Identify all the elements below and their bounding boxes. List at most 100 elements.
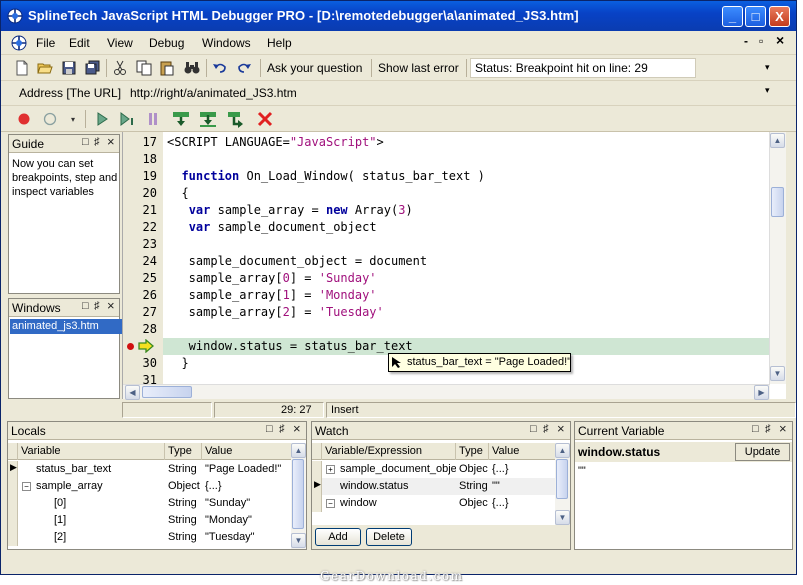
- cut-icon[interactable]: [111, 59, 129, 77]
- step-over-icon[interactable]: [199, 110, 217, 128]
- locals-grid-header: Variable Type Value: [8, 443, 291, 460]
- undo-icon[interactable]: [211, 59, 229, 77]
- breakpoint-icon[interactable]: [15, 110, 33, 128]
- panel-menu-icon[interactable]: □: [266, 423, 273, 435]
- code-area[interactable]: <SCRIPT LANGUAGE="JavaScript"> function …: [163, 132, 770, 384]
- pin-icon[interactable]: ♯: [94, 300, 100, 312]
- close-panel-icon[interactable]: ×: [107, 298, 115, 313]
- windows-panel-title: Windows: [12, 301, 61, 315]
- add-watch-button[interactable]: Add: [315, 528, 361, 546]
- menu-help[interactable]: Help: [267, 36, 292, 50]
- show-last-error-button[interactable]: Show last error: [378, 61, 459, 75]
- scroll-thumb[interactable]: [556, 459, 568, 499]
- doc-minimize-button[interactable]: -: [744, 34, 748, 48]
- doc-close-button[interactable]: ×: [776, 32, 784, 48]
- table-row[interactable]: [0] String "Sunday": [8, 495, 291, 512]
- update-button[interactable]: Update: [735, 443, 790, 461]
- address-label: Address [The URL]: [19, 86, 122, 100]
- scroll-up-icon[interactable]: ▲: [291, 443, 306, 458]
- scroll-thumb[interactable]: [771, 187, 784, 217]
- panel-menu-icon[interactable]: □: [82, 300, 89, 312]
- run-icon[interactable]: [93, 110, 111, 128]
- copy-icon[interactable]: [135, 59, 153, 77]
- scroll-up-icon[interactable]: ▲: [555, 443, 570, 458]
- scroll-thumb[interactable]: [142, 386, 192, 398]
- breakpoint-dropdown-icon[interactable]: ▾: [71, 115, 75, 124]
- minimize-button[interactable]: _: [722, 6, 743, 27]
- panel-menu-icon[interactable]: □: [752, 423, 759, 435]
- menu-debug[interactable]: Debug: [149, 36, 184, 50]
- scroll-right-icon[interactable]: ▶: [754, 385, 769, 400]
- table-row[interactable]: [2] String "Tuesday": [8, 529, 291, 546]
- title-bar[interactable]: SplineTech JavaScript HTML Debugger PRO …: [1, 1, 796, 31]
- pin-icon[interactable]: ♯: [543, 423, 549, 435]
- editor-horizontal-scrollbar[interactable]: ◀ ▶: [123, 384, 770, 400]
- find-icon[interactable]: [183, 59, 201, 77]
- scroll-thumb[interactable]: [292, 459, 304, 529]
- run-to-cursor-icon[interactable]: [118, 110, 136, 128]
- clear-breakpoints-icon[interactable]: [41, 110, 59, 128]
- close-panel-icon[interactable]: ×: [107, 134, 115, 149]
- document-icon[interactable]: [11, 35, 27, 51]
- column-header-type[interactable]: Type: [456, 443, 489, 460]
- toolbar-overflow-icon[interactable]: ▾: [765, 62, 770, 73]
- pin-icon[interactable]: ♯: [279, 423, 285, 435]
- scroll-down-icon[interactable]: ▼: [291, 533, 306, 548]
- column-header-variable[interactable]: Variable: [18, 443, 165, 460]
- table-row[interactable]: ▶ window.status String "": [312, 478, 555, 495]
- paste-icon[interactable]: [158, 59, 176, 77]
- column-header-expression[interactable]: Variable/Expression: [322, 443, 456, 460]
- maximize-button[interactable]: □: [745, 6, 766, 27]
- stop-debugging-icon[interactable]: [256, 110, 274, 128]
- scroll-down-icon[interactable]: ▼: [555, 510, 570, 525]
- row-marker-header: [312, 443, 322, 460]
- current-variable-value[interactable]: "": [578, 465, 586, 477]
- locals-scrollbar[interactable]: ▲ ▼: [291, 443, 306, 549]
- breakpoint-marker-icon[interactable]: [126, 342, 135, 351]
- delete-watch-button[interactable]: Delete: [366, 528, 412, 546]
- column-header-type[interactable]: Type: [165, 443, 202, 460]
- table-row[interactable]: − sample_array Object {...}: [8, 478, 291, 495]
- step-out-icon[interactable]: [227, 110, 245, 128]
- menu-view[interactable]: View: [107, 36, 133, 50]
- editor-vertical-scrollbar[interactable]: ▲ ▼: [769, 132, 786, 384]
- collapse-icon[interactable]: −: [326, 499, 335, 508]
- save-icon[interactable]: [60, 59, 78, 77]
- close-panel-icon[interactable]: ×: [293, 421, 301, 436]
- collapse-icon[interactable]: −: [22, 482, 31, 491]
- table-row[interactable]: [1] String "Monday": [8, 512, 291, 529]
- column-header-value[interactable]: Value: [202, 443, 291, 460]
- step-into-icon[interactable]: [172, 110, 190, 128]
- table-row[interactable]: + sample_document_obje Objec {...}: [312, 461, 555, 478]
- ask-question-button[interactable]: Ask your question: [267, 61, 362, 75]
- expand-icon[interactable]: +: [326, 465, 335, 474]
- table-row[interactable]: ▶ status_bar_text String "Page Loaded!": [8, 461, 291, 478]
- close-button[interactable]: X: [769, 6, 790, 27]
- panel-menu-icon[interactable]: □: [82, 136, 89, 148]
- new-file-icon[interactable]: [13, 59, 31, 77]
- pin-icon[interactable]: ♯: [94, 136, 100, 148]
- table-row[interactable]: − window Objec {...}: [312, 495, 555, 512]
- close-panel-icon[interactable]: ×: [779, 421, 787, 436]
- close-panel-icon[interactable]: ×: [557, 421, 565, 436]
- panel-menu-icon[interactable]: □: [530, 423, 537, 435]
- open-folder-icon[interactable]: [36, 59, 54, 77]
- menu-windows[interactable]: Windows: [202, 36, 251, 50]
- save-all-icon[interactable]: [84, 59, 102, 77]
- address-dropdown-icon[interactable]: ▾: [765, 85, 770, 96]
- scroll-left-icon[interactable]: ◀: [125, 385, 140, 400]
- scroll-down-icon[interactable]: ▼: [770, 366, 785, 381]
- watch-scrollbar[interactable]: ▲ ▼: [555, 443, 570, 525]
- column-header-value[interactable]: Value: [489, 443, 555, 460]
- line-number: 25: [142, 271, 157, 285]
- redo-icon[interactable]: [235, 59, 253, 77]
- scroll-up-icon[interactable]: ▲: [770, 133, 785, 148]
- pause-icon[interactable]: [144, 110, 162, 128]
- doc-restore-button[interactable]: ▫: [759, 34, 763, 48]
- address-input[interactable]: http://right/a/animated_JS3.htm: [130, 86, 297, 100]
- window-list-item[interactable]: animated_js3.htm: [10, 319, 126, 334]
- menu-file[interactable]: File: [36, 36, 55, 50]
- pin-icon[interactable]: ♯: [765, 423, 771, 435]
- menu-edit[interactable]: Edit: [69, 36, 90, 50]
- line-number-gutter[interactable]: 17 18 19 20 21 22 23 24 25 26 27 28 29 3…: [123, 132, 163, 384]
